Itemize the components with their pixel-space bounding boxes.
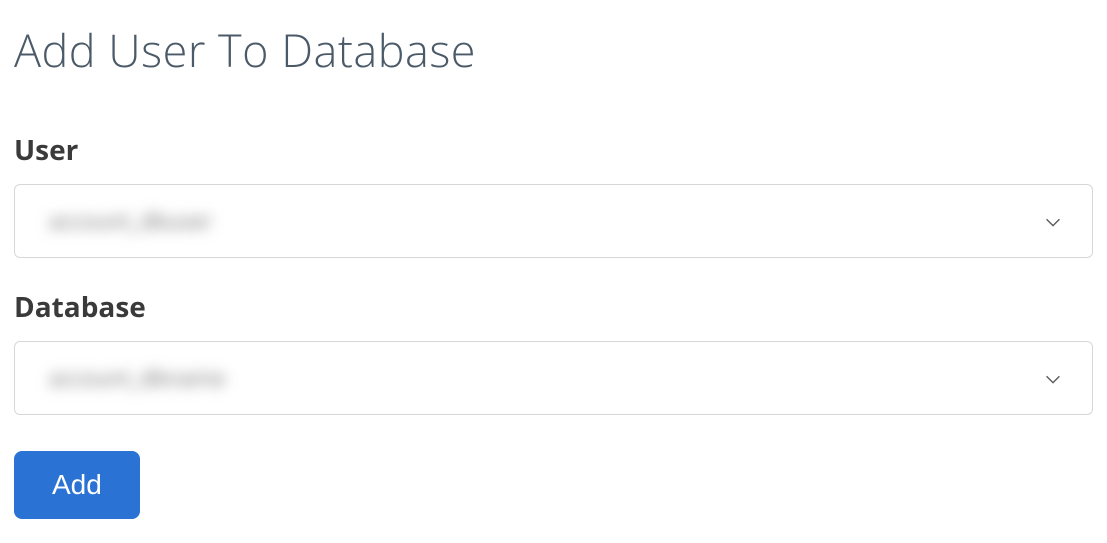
page-title: Add User To Database: [14, 20, 1093, 81]
database-select[interactable]: account_dbname: [14, 341, 1093, 415]
user-field-group: User account_dbuser: [14, 131, 1093, 258]
add-button[interactable]: Add: [14, 451, 140, 519]
database-field-group: Database account_dbname: [14, 288, 1093, 415]
user-select[interactable]: account_dbuser: [14, 184, 1093, 258]
database-select-value: account_dbname: [49, 363, 225, 393]
chevron-down-icon: [1042, 367, 1064, 389]
chevron-down-icon: [1042, 210, 1064, 232]
user-select-value: account_dbuser: [49, 206, 212, 236]
database-label: Database: [14, 288, 1093, 326]
user-label: User: [14, 131, 1093, 169]
